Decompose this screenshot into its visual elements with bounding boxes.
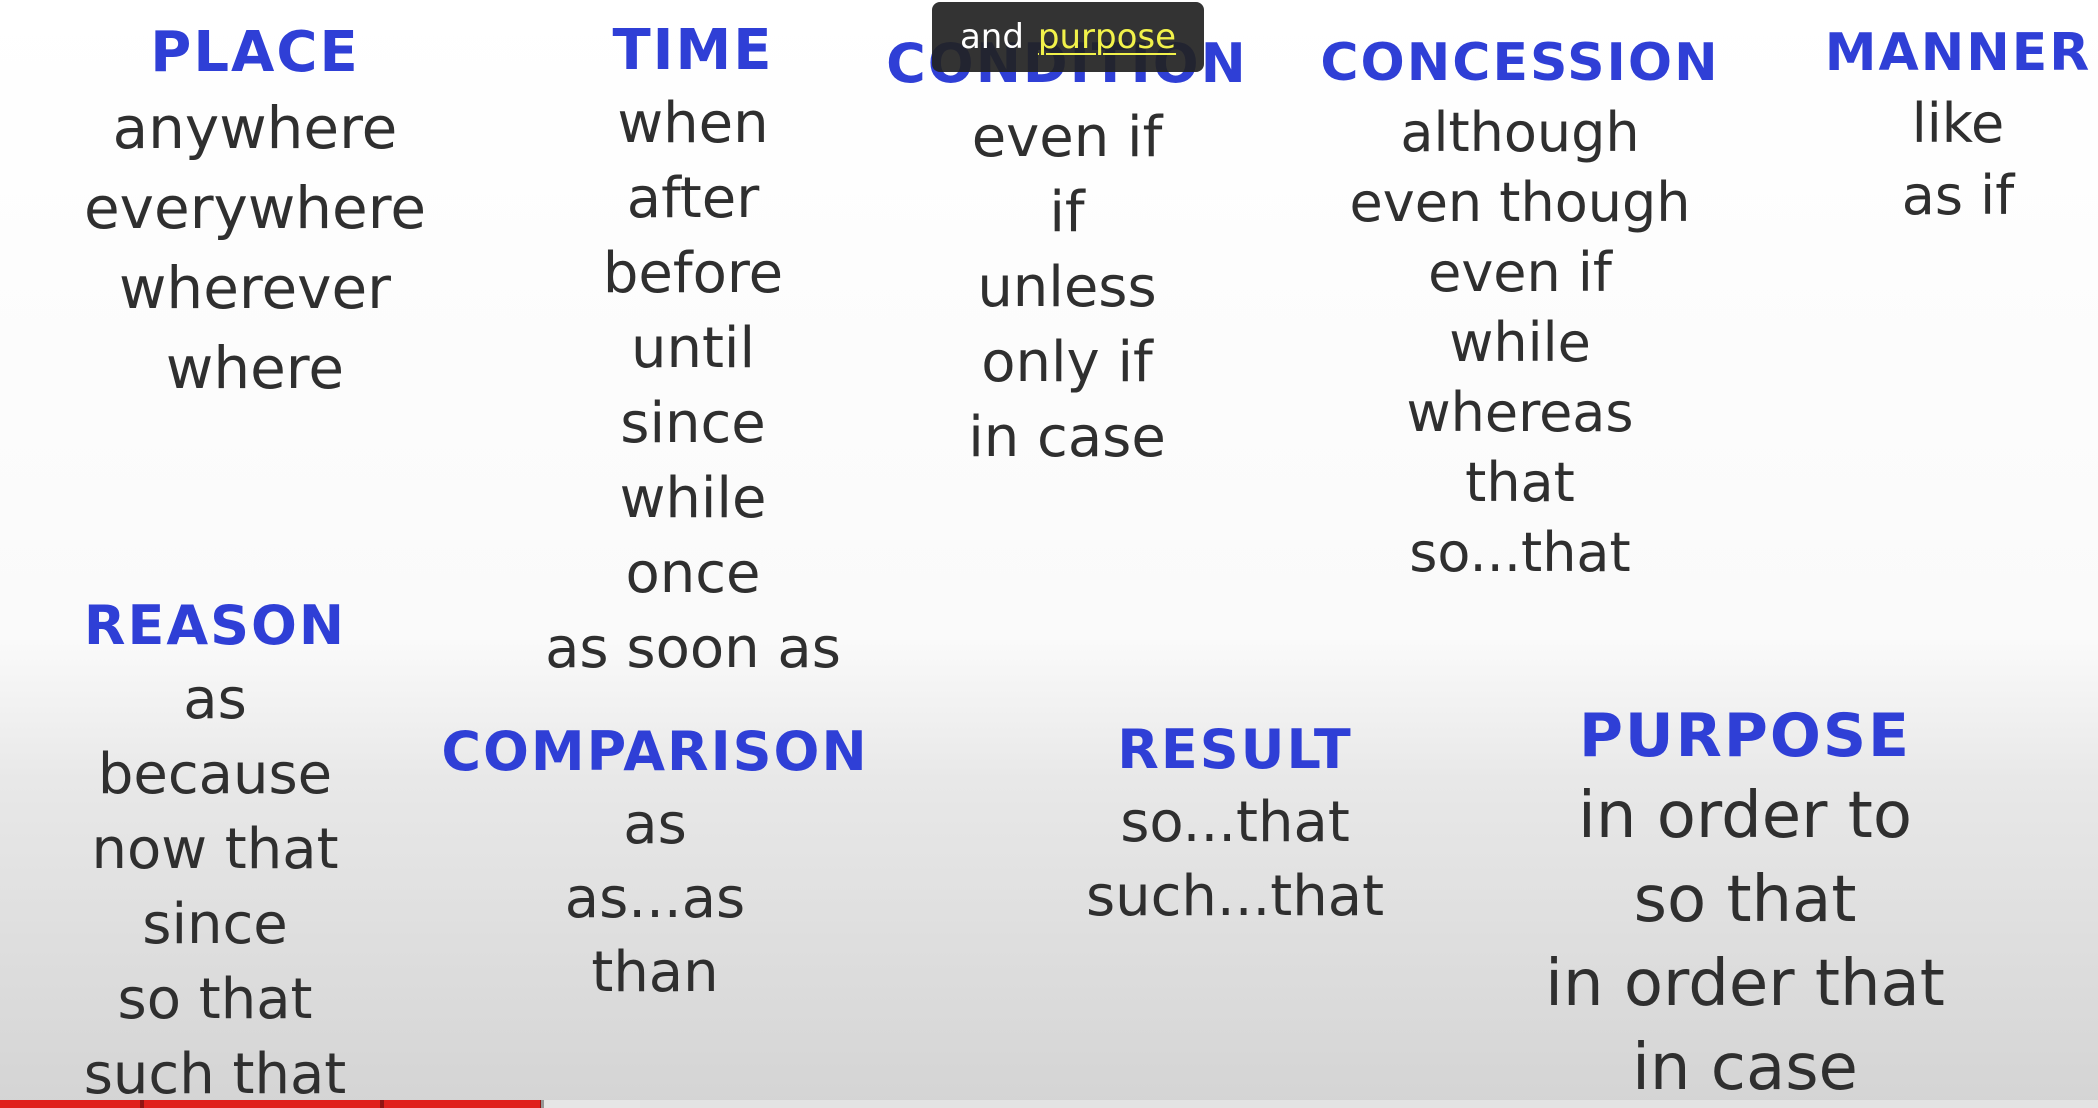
word-item: so...that [1120, 790, 1350, 855]
word-item: everywhere [84, 174, 426, 242]
word-item: unless [977, 255, 1157, 320]
word-item: in case [1632, 1031, 1858, 1105]
word-item: as soon as [545, 616, 841, 681]
word-item: that [1465, 451, 1575, 514]
group-manner: MANNER like as if [1808, 18, 2098, 232]
caption-overlay: and purpose [932, 2, 1204, 72]
word-item: in order to [1578, 779, 1912, 853]
word-item: than [591, 940, 719, 1005]
group-comparison: COMPARISON as as...as than [430, 716, 880, 1010]
group-reason: REASON as because now that since so that… [50, 590, 380, 1108]
progress-bar[interactable] [0, 1100, 2098, 1108]
word-item: as [623, 792, 687, 857]
group-heading: REASON [83, 594, 347, 657]
word-item: such...that [1085, 864, 1385, 929]
word-item: now that [91, 817, 339, 882]
group-result: RESULT so...that such...that [1060, 714, 1410, 934]
word-item: as [183, 667, 247, 732]
word-item: until [630, 316, 756, 381]
group-concession: CONCESSION although even though even if … [1310, 28, 1730, 588]
group-condition: CONDITION even if if unless only if in c… [870, 28, 1264, 475]
group-time: TIME when after before until since while… [520, 16, 866, 686]
word-item: as...as [564, 866, 746, 931]
group-heading: RESULT [1117, 718, 1353, 781]
video-frame[interactable]: PLACE anywhere everywhere wherever where… [0, 0, 2098, 1108]
word-item: so...that [1409, 521, 1631, 584]
group-purpose: PURPOSE in order to so that in order tha… [1510, 698, 1980, 1108]
word-item: such that [83, 1042, 347, 1107]
word-item: as if [1901, 164, 2015, 227]
group-heading: PURPOSE [1578, 701, 1912, 771]
group-heading: MANNER [1824, 23, 2092, 83]
word-item: in order that [1545, 947, 1945, 1021]
caption-word: and [959, 17, 1024, 57]
word-item: wherever [119, 254, 391, 322]
progress-played [0, 1100, 542, 1108]
group-heading: TIME [612, 18, 774, 83]
word-item: so that [1633, 863, 1857, 937]
word-item: in case [968, 405, 1166, 470]
word-item: since [142, 892, 288, 957]
caption-word-highlighted: purpose [1037, 17, 1177, 57]
word-item: although [1400, 101, 1640, 164]
word-item: since [620, 391, 766, 456]
word-item: while [619, 466, 767, 531]
chapter-marker [140, 1100, 144, 1108]
group-heading: PLACE [150, 20, 360, 85]
word-item: whereas [1406, 381, 1634, 444]
word-item: only if [981, 330, 1153, 395]
word-item: so that [117, 967, 313, 1032]
word-item: even if [1428, 241, 1612, 304]
chapter-marker [380, 1100, 384, 1108]
word-item: where [165, 334, 345, 402]
word-item: once [625, 541, 761, 606]
word-item: even though [1349, 171, 1691, 234]
word-item: like [1911, 92, 2005, 155]
group-place: PLACE anywhere everywhere wherever where [40, 18, 470, 408]
word-item: before [602, 241, 784, 306]
word-item: if [1049, 180, 1085, 245]
chapter-marker [540, 1100, 544, 1108]
word-item: after [626, 166, 760, 231]
word-item: when [617, 91, 769, 156]
group-heading: COMPARISON [441, 720, 869, 783]
group-heading: CONCESSION [1320, 33, 1720, 93]
word-item: while [1449, 311, 1591, 374]
word-item: even if [971, 105, 1163, 170]
word-item: anywhere [112, 94, 398, 162]
word-item: because [97, 742, 333, 807]
